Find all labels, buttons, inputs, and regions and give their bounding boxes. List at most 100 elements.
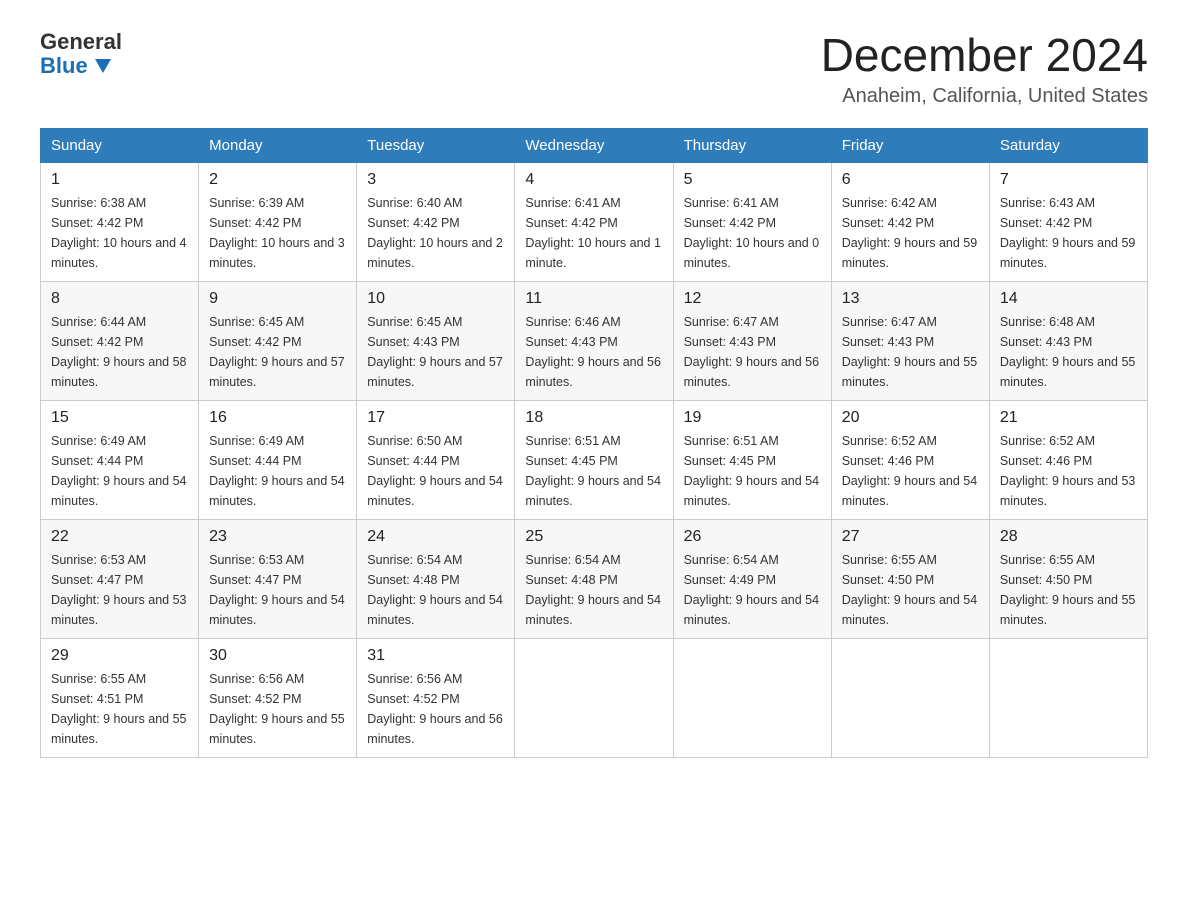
day-info: Sunrise: 6:51 AMSunset: 4:45 PMDaylight:…: [684, 431, 821, 511]
day-info: Sunrise: 6:49 AMSunset: 4:44 PMDaylight:…: [51, 431, 188, 511]
calendar-cell: [515, 638, 673, 757]
day-number: 11: [525, 290, 662, 308]
page-header: General Blue December 2024 Anaheim, Cali…: [40, 30, 1148, 108]
calendar-cell: 2Sunrise: 6:39 AMSunset: 4:42 PMDaylight…: [199, 162, 357, 281]
calendar-cell: 27Sunrise: 6:55 AMSunset: 4:50 PMDayligh…: [831, 519, 989, 638]
calendar-cell: 31Sunrise: 6:56 AMSunset: 4:52 PMDayligh…: [357, 638, 515, 757]
calendar-cell: 24Sunrise: 6:54 AMSunset: 4:48 PMDayligh…: [357, 519, 515, 638]
day-info: Sunrise: 6:56 AMSunset: 4:52 PMDaylight:…: [209, 669, 346, 749]
calendar-cell: [989, 638, 1147, 757]
day-info: Sunrise: 6:38 AMSunset: 4:42 PMDaylight:…: [51, 193, 188, 273]
day-number: 1: [51, 171, 188, 189]
day-info: Sunrise: 6:47 AMSunset: 4:43 PMDaylight:…: [684, 312, 821, 392]
day-number: 19: [684, 409, 821, 427]
day-info: Sunrise: 6:45 AMSunset: 4:43 PMDaylight:…: [367, 312, 504, 392]
day-number: 2: [209, 171, 346, 189]
calendar-cell: 16Sunrise: 6:49 AMSunset: 4:44 PMDayligh…: [199, 400, 357, 519]
calendar-cell: 17Sunrise: 6:50 AMSunset: 4:44 PMDayligh…: [357, 400, 515, 519]
calendar-cell: 28 Sunrise: 6:55 AMSunset: 4:50 PMDayligh…: [989, 519, 1147, 638]
calendar-cell: 23Sunrise: 6:53 AMSunset: 4:47 PMDayligh…: [199, 519, 357, 638]
calendar-cell: 7 Sunrise: 6:43 AMSunset: 4:42 PMDaylight…: [989, 162, 1147, 281]
logo-blue: Blue: [40, 54, 122, 78]
calendar-cell: 22 Sunrise: 6:53 AMSunset: 4:47 PMDayligh…: [41, 519, 199, 638]
day-number: 21: [1000, 409, 1137, 427]
calendar-cell: 11 Sunrise: 6:46 AMSunset: 4:43 PMDayligh…: [515, 281, 673, 400]
calendar-cell: 9 Sunrise: 6:45 AMSunset: 4:42 PMDaylight…: [199, 281, 357, 400]
calendar-cell: 12 Sunrise: 6:47 AMSunset: 4:43 PMDayligh…: [673, 281, 831, 400]
day-number: 9: [209, 290, 346, 308]
header-tuesday: Tuesday: [357, 128, 515, 162]
day-info: Sunrise: 6:48 AMSunset: 4:43 PMDaylight:…: [1000, 312, 1137, 392]
day-number: 27: [842, 528, 979, 546]
day-number: 13: [842, 290, 979, 308]
day-info: Sunrise: 6:44 AMSunset: 4:42 PMDaylight:…: [51, 312, 188, 392]
calendar-cell: [673, 638, 831, 757]
calendar-cell: 21 Sunrise: 6:52 AMSunset: 4:46 PMDayligh…: [989, 400, 1147, 519]
calendar-cell: 20 Sunrise: 6:52 AMSunset: 4:46 PMDayligh…: [831, 400, 989, 519]
day-info: Sunrise: 6:53 AMSunset: 4:47 PMDaylight:…: [209, 550, 346, 630]
location-subtitle: Anaheim, California, United States: [821, 85, 1148, 108]
calendar-cell: 4Sunrise: 6:41 AMSunset: 4:42 PMDaylight…: [515, 162, 673, 281]
calendar-cell: 5 Sunrise: 6:41 AMSunset: 4:42 PMDaylight…: [673, 162, 831, 281]
calendar-cell: 18 Sunrise: 6:51 AMSunset: 4:45 PMDayligh…: [515, 400, 673, 519]
calendar-cell: [831, 638, 989, 757]
day-info: Sunrise: 6:55 AMSunset: 4:51 PMDaylight:…: [51, 669, 188, 749]
header-wednesday: Wednesday: [515, 128, 673, 162]
calendar-week-row: 15 Sunrise: 6:49 AMSunset: 4:44 PMDayligh…: [41, 400, 1148, 519]
header-sunday: Sunday: [41, 128, 199, 162]
logo-general: General: [40, 30, 122, 54]
calendar-header-row: SundayMondayTuesdayWednesdayThursdayFrid…: [41, 128, 1148, 162]
calendar-table: SundayMondayTuesdayWednesdayThursdayFrid…: [40, 128, 1148, 758]
calendar-cell: 8 Sunrise: 6:44 AMSunset: 4:42 PMDaylight…: [41, 281, 199, 400]
title-block: December 2024 Anaheim, California, Unite…: [821, 30, 1148, 108]
day-info: Sunrise: 6:55 AMSunset: 4:50 PMDaylight:…: [1000, 550, 1137, 630]
day-number: 3: [367, 171, 504, 189]
day-number: 4: [525, 171, 662, 189]
calendar-week-row: 29Sunrise: 6:55 AMSunset: 4:51 PMDayligh…: [41, 638, 1148, 757]
calendar-week-row: 8 Sunrise: 6:44 AMSunset: 4:42 PMDaylight…: [41, 281, 1148, 400]
calendar-cell: 26Sunrise: 6:54 AMSunset: 4:49 PMDayligh…: [673, 519, 831, 638]
day-number: 5: [684, 171, 821, 189]
day-number: 22: [51, 528, 188, 546]
header-thursday: Thursday: [673, 128, 831, 162]
day-number: 30: [209, 647, 346, 665]
month-year-title: December 2024: [821, 30, 1148, 81]
day-info: Sunrise: 6:45 AMSunset: 4:42 PMDaylight:…: [209, 312, 346, 392]
calendar-cell: 1 Sunrise: 6:38 AMSunset: 4:42 PMDaylight…: [41, 162, 199, 281]
header-saturday: Saturday: [989, 128, 1147, 162]
calendar-cell: 25 Sunrise: 6:54 AMSunset: 4:48 PMDayligh…: [515, 519, 673, 638]
day-number: 25: [525, 528, 662, 546]
day-number: 12: [684, 290, 821, 308]
calendar-week-row: 1 Sunrise: 6:38 AMSunset: 4:42 PMDaylight…: [41, 162, 1148, 281]
day-info: Sunrise: 6:41 AMSunset: 4:42 PMDaylight:…: [684, 193, 821, 273]
day-info: Sunrise: 6:42 AMSunset: 4:42 PMDaylight:…: [842, 193, 979, 273]
day-info: Sunrise: 6:47 AMSunset: 4:43 PMDaylight:…: [842, 312, 979, 392]
day-number: 28: [1000, 528, 1137, 546]
header-monday: Monday: [199, 128, 357, 162]
day-number: 20: [842, 409, 979, 427]
day-number: 10: [367, 290, 504, 308]
calendar-cell: 15 Sunrise: 6:49 AMSunset: 4:44 PMDayligh…: [41, 400, 199, 519]
day-number: 14: [1000, 290, 1137, 308]
day-info: Sunrise: 6:53 AMSunset: 4:47 PMDaylight:…: [51, 550, 188, 630]
calendar-cell: 13 Sunrise: 6:47 AMSunset: 4:43 PMDayligh…: [831, 281, 989, 400]
day-info: Sunrise: 6:52 AMSunset: 4:46 PMDaylight:…: [1000, 431, 1137, 511]
day-number: 24: [367, 528, 504, 546]
day-info: Sunrise: 6:43 AMSunset: 4:42 PMDaylight:…: [1000, 193, 1137, 273]
day-number: 18: [525, 409, 662, 427]
day-number: 8: [51, 290, 188, 308]
day-number: 15: [51, 409, 188, 427]
day-info: Sunrise: 6:56 AMSunset: 4:52 PMDaylight:…: [367, 669, 504, 749]
day-info: Sunrise: 6:54 AMSunset: 4:48 PMDaylight:…: [525, 550, 662, 630]
logo: General Blue: [40, 30, 122, 78]
header-friday: Friday: [831, 128, 989, 162]
calendar-cell: 29Sunrise: 6:55 AMSunset: 4:51 PMDayligh…: [41, 638, 199, 757]
calendar-cell: 19 Sunrise: 6:51 AMSunset: 4:45 PMDayligh…: [673, 400, 831, 519]
calendar-cell: 6Sunrise: 6:42 AMSunset: 4:42 PMDaylight…: [831, 162, 989, 281]
calendar-cell: 3Sunrise: 6:40 AMSunset: 4:42 PMDaylight…: [357, 162, 515, 281]
day-info: Sunrise: 6:46 AMSunset: 4:43 PMDaylight:…: [525, 312, 662, 392]
day-number: 7: [1000, 171, 1137, 189]
calendar-week-row: 22 Sunrise: 6:53 AMSunset: 4:47 PMDayligh…: [41, 519, 1148, 638]
day-info: Sunrise: 6:51 AMSunset: 4:45 PMDaylight:…: [525, 431, 662, 511]
day-info: Sunrise: 6:52 AMSunset: 4:46 PMDaylight:…: [842, 431, 979, 511]
